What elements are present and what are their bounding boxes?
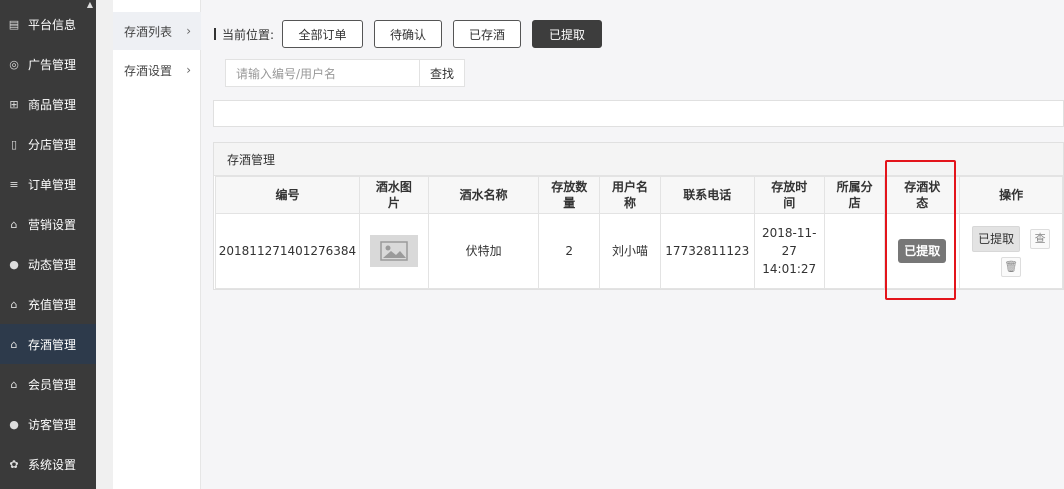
sidebar-item-label: 广告管理	[28, 57, 77, 72]
user-icon: ●	[9, 257, 19, 271]
crumb-marker	[214, 28, 216, 40]
col-branch-header: 所属分店	[823, 176, 886, 214]
sidebar-item[interactable]: ▤ 平台信息	[0, 4, 96, 44]
subnav-item-label: 存酒设置	[124, 63, 173, 78]
sidebar-item-label: 存酒管理	[28, 337, 77, 352]
sidebar-item-label: 访客管理	[28, 417, 77, 432]
globe-icon: ◎	[9, 57, 19, 71]
current-position-label: 当前位置:	[222, 27, 275, 42]
filter-withdrawn-button[interactable]: 已提取	[532, 20, 603, 48]
gift-icon: ⌂	[10, 297, 18, 311]
delete-icon[interactable]: 🗑	[1001, 256, 1022, 277]
search-input[interactable]: 请输入编号/用户名	[225, 59, 420, 87]
sidebar-item-label: 商品管理	[28, 97, 77, 112]
status-badge: 已提取	[898, 239, 947, 263]
col-image-header: 酒水图片	[358, 176, 429, 214]
gift-icon: ⌂	[10, 217, 18, 231]
sidebar-item-label: 平台信息	[28, 17, 77, 32]
cell-user: 刘小喵	[599, 213, 661, 289]
filter-bar: 当前位置: 全部订单 待确认 已存酒 已提取	[214, 20, 613, 48]
sidebar-item-label: 营销设置	[28, 217, 77, 232]
sidebar-item-label: 动态管理	[28, 257, 77, 272]
sidebar-item[interactable]: ⌂ 存酒管理	[0, 324, 96, 364]
col-action-header: 操作	[959, 176, 1063, 214]
cell-time: 2018-11- 27 14:01:27	[753, 213, 825, 289]
gear-icon: ✿	[9, 457, 19, 471]
main-sidebar: ▲ ▤ 平台信息 ◎ 广告管理 ⊞ 商品管理 ▯ 分店管理 ≡ 订单管理 ⌂ 营销设置 ● 动态管理 ⌂ 充值…	[0, 0, 96, 489]
cell-status: 已提取	[884, 213, 961, 289]
search-button[interactable]: 查找	[420, 59, 465, 87]
sidebar-item[interactable]: ⌂ 充值管理	[0, 284, 96, 324]
cell-wine-name: 伏特加	[427, 213, 540, 289]
sidebar-item-label: 分店管理	[28, 137, 77, 152]
col-quantity-header: 存放数量	[538, 176, 601, 214]
cart-icon: ⊞	[9, 97, 19, 111]
cell-phone: 17732811123	[659, 213, 755, 289]
building-icon: ▯	[10, 137, 18, 151]
time-text: 2018-11- 27 14:01:27	[762, 226, 817, 276]
withdrawn-action-button[interactable]: 已提取	[972, 225, 1021, 252]
sidebar-item[interactable]: ⌂ 会员管理	[0, 364, 96, 404]
wine-image-placeholder-icon	[369, 235, 418, 267]
view-icon[interactable]: 查	[1030, 228, 1051, 249]
storage-table: 编号 酒水图片 酒水名称 存放数量 用户名称 联系电话 存放时间 所属分店 存酒…	[215, 176, 1063, 289]
gift-icon: ⌂	[10, 337, 18, 351]
table-header-row: 编号 酒水图片 酒水名称 存放数量 用户名称 联系电话 存放时间 所属分店 存酒…	[215, 176, 1063, 214]
filter-all-orders-button[interactable]: 全部订单	[282, 20, 364, 48]
cell-id: 201811271401276384	[215, 213, 360, 289]
sidebar-item[interactable]: ◎ 广告管理	[0, 44, 96, 84]
col-time-header: 存放时间	[753, 176, 825, 214]
col-status-header: 存酒状态	[884, 176, 961, 214]
user-icon: ●	[9, 417, 19, 431]
cell-actions: 已提取 查 🗑	[959, 213, 1063, 289]
col-user-header: 用户名称	[599, 176, 661, 214]
empty-panel	[213, 100, 1064, 127]
chevron-right-icon: ›	[186, 24, 191, 38]
chevron-right-icon: ›	[186, 63, 191, 77]
subnav-item[interactable]: 存酒列表 ›	[113, 12, 201, 50]
sidebar-item[interactable]: ▯ 分店管理	[0, 124, 96, 164]
sidebar-item[interactable]: ● 动态管理	[0, 244, 96, 284]
col-name-header: 酒水名称	[427, 176, 540, 214]
sub-navigation: 存酒列表 › 存酒设置 ›	[113, 0, 201, 489]
sidebar-item-label: 订单管理	[28, 177, 77, 192]
search-row: 请输入编号/用户名 查找	[225, 59, 465, 87]
sidebar-gap	[96, 0, 113, 489]
sidebar-item-label: 充值管理	[28, 297, 77, 312]
newspaper-icon: ▤	[8, 17, 20, 31]
sidebar-item[interactable]: ⌂ 营销设置	[0, 204, 96, 244]
filter-pending-button[interactable]: 待确认	[374, 20, 443, 48]
sidebar-item-label: 系统设置	[28, 457, 77, 472]
cell-image	[358, 213, 429, 289]
col-phone-header: 联系电话	[659, 176, 755, 214]
panel-title: 存酒管理	[214, 143, 1063, 176]
cell-branch	[823, 213, 886, 289]
filter-stored-button[interactable]: 已存酒	[453, 20, 522, 48]
col-id-header: 编号	[215, 176, 360, 214]
table-row: 201811271401276384 伏特加 2 刘小喵 17732811123…	[215, 213, 1063, 289]
subnav-item[interactable]: 存酒设置 ›	[113, 51, 201, 89]
sidebar-item[interactable]: ● 访客管理	[0, 404, 96, 444]
wine-storage-panel: 存酒管理 编号 酒水图片 酒水名称 存放数量 用户名称 联系电话 存放时间 所属…	[213, 142, 1064, 290]
list-icon: ≡	[9, 177, 19, 191]
subnav-item-label: 存酒列表	[124, 24, 173, 39]
sidebar-item[interactable]: ✿ 系统设置	[0, 444, 96, 484]
cell-quantity: 2	[538, 213, 601, 289]
gift-icon: ⌂	[10, 377, 18, 391]
sidebar-item[interactable]: ⊞ 商品管理	[0, 84, 96, 124]
sidebar-item[interactable]: ≡ 订单管理	[0, 164, 96, 204]
sidebar-item-label: 会员管理	[28, 377, 77, 392]
